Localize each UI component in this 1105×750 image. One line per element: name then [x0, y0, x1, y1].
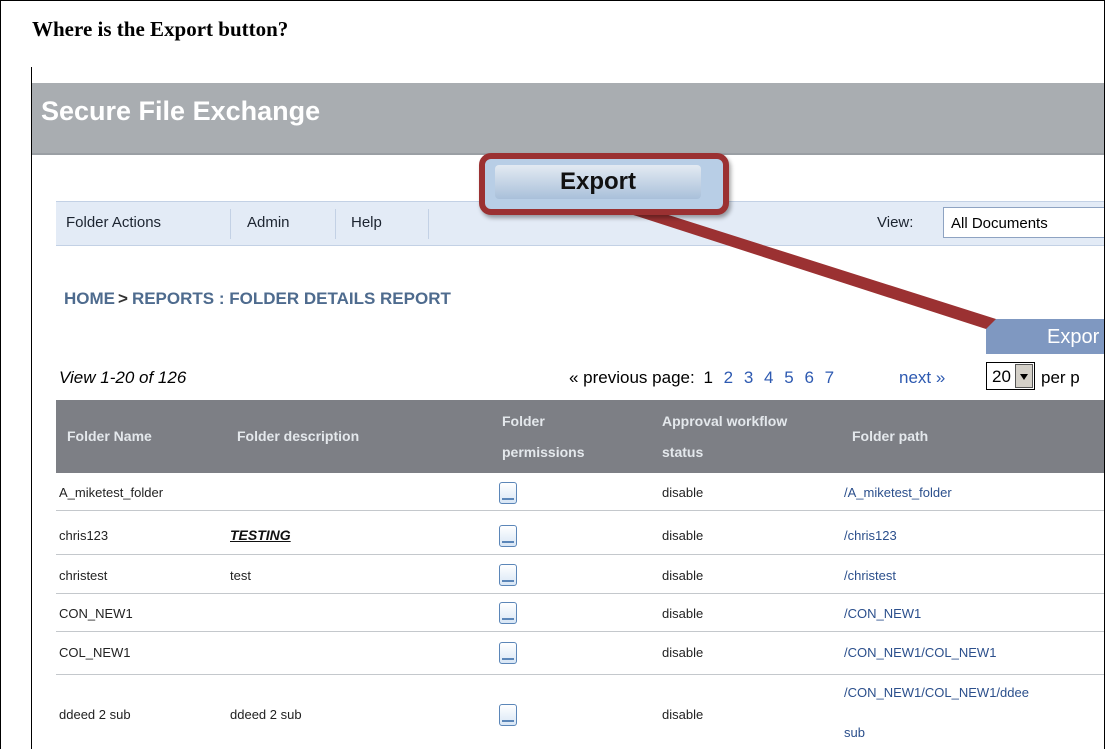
next-link[interactable]: next »: [899, 368, 945, 388]
nav-admin[interactable]: Admin: [247, 214, 290, 231]
cell-folder-name: A_miketest_folder: [59, 485, 164, 500]
export-button-label: Expor: [1047, 326, 1100, 348]
view-count: View 1-20 of 126: [59, 368, 187, 387]
nav-divider: [335, 209, 336, 239]
col-folder-path[interactable]: Folder path: [852, 422, 928, 450]
page-link[interactable]: 4: [764, 368, 773, 387]
nav-folder-actions[interactable]: Folder Actions: [66, 214, 161, 231]
current-page: 1: [703, 368, 713, 387]
col-approval-status[interactable]: Approval workflow: [662, 407, 787, 435]
app-title: Secure File Exchange: [41, 96, 321, 126]
cell-folder-name: chris123: [59, 528, 109, 543]
export-callout: Export: [479, 153, 729, 215]
cell-folder-name: ddeed 2 sub: [59, 707, 131, 722]
document-icon[interactable]: [499, 602, 517, 624]
document-icon[interactable]: [499, 564, 517, 586]
screenshot-frame: Where is the Export button? Secure File …: [0, 0, 1105, 749]
document-icon[interactable]: [499, 704, 517, 726]
previous-link[interactable]: « previous page:: [569, 368, 695, 387]
cell-folder-name: christest: [59, 568, 108, 583]
table-row[interactable]: chris123 TESTING disable /chris123: [56, 517, 1104, 555]
page-link[interactable]: 2: [724, 368, 733, 387]
question-heading: Where is the Export button?: [32, 17, 289, 41]
cell-status: disable: [662, 645, 704, 660]
document-icon[interactable]: [499, 642, 517, 664]
breadcrumb-separator: >: [118, 289, 128, 308]
per-page-select[interactable]: 20: [986, 362, 1035, 390]
col-folder-name[interactable]: Folder Name: [67, 422, 152, 450]
cell-status: disable: [662, 606, 704, 621]
cell-folder-path[interactable]: /A_miketest_folder: [844, 485, 952, 500]
cell-status: disable: [662, 707, 704, 722]
cell-folder-name: COL_NEW1: [59, 645, 131, 660]
page-link[interactable]: 6: [804, 368, 813, 387]
table-row[interactable]: christest test disable /christest: [56, 555, 1104, 594]
cell-folder-description: ddeed 2 sub: [230, 707, 302, 722]
callout-label: Export: [559, 168, 636, 195]
chevron-down-icon[interactable]: [1015, 364, 1033, 388]
col-folder-permissions-line2: permissions: [502, 444, 585, 460]
nav-divider: [428, 209, 429, 239]
per-page-label: per p: [1041, 368, 1080, 387]
cell-folder-path-line2[interactable]: sub: [844, 725, 865, 740]
cell-folder-description: TESTING: [230, 527, 291, 543]
cell-folder-description: test: [230, 568, 251, 583]
document-icon[interactable]: [499, 482, 517, 504]
cell-folder-path[interactable]: /christest: [844, 568, 896, 583]
table-header: Folder Name Folder description Folder pe…: [56, 400, 1104, 473]
nav-divider: [230, 209, 231, 239]
table-row[interactable]: A_miketest_folder disable /A_miketest_fo…: [56, 474, 1104, 511]
breadcrumb-current: REPORTS : FOLDER DETAILS REPORT: [131, 289, 451, 308]
table-row[interactable]: CON_NEW1 disable /CON_NEW1: [56, 594, 1104, 632]
cell-folder-path[interactable]: /CON_NEW1/COL_NEW1: [844, 645, 996, 660]
table-row[interactable]: ddeed 2 sub ddeed 2 sub disable /CON_NEW…: [56, 675, 1104, 749]
nav-help[interactable]: Help: [351, 214, 382, 231]
callout-button: Export: [495, 165, 701, 199]
table-row[interactable]: COL_NEW1 disable /CON_NEW1/COL_NEW1: [56, 632, 1104, 675]
page-link[interactable]: 5: [784, 368, 793, 387]
col-approval-status-line2: status: [662, 444, 704, 460]
document-icon[interactable]: [499, 525, 517, 547]
page-link[interactable]: 3: [744, 368, 753, 387]
app-header: Secure File Exchange: [32, 83, 1104, 155]
pagination: « previous page: 1 2 3 4 5 6 7: [569, 368, 834, 388]
cell-folder-path[interactable]: /CON_NEW1: [844, 606, 921, 621]
breadcrumb-home[interactable]: HOME: [64, 289, 115, 308]
cell-status: disable: [662, 568, 704, 583]
cell-folder-path[interactable]: /CON_NEW1/COL_NEW1/ddee: [844, 685, 1029, 700]
export-button[interactable]: Expor: [986, 319, 1104, 354]
view-select[interactable]: All Documents: [943, 207, 1104, 238]
page-link[interactable]: 7: [825, 368, 834, 387]
col-folder-description[interactable]: Folder description: [237, 422, 359, 450]
cell-status: disable: [662, 485, 704, 500]
per-page-value: 20: [992, 367, 1011, 386]
col-folder-permissions[interactable]: Folder: [502, 407, 545, 435]
cell-status: disable: [662, 528, 704, 543]
cell-folder-path[interactable]: /chris123: [844, 528, 897, 543]
view-label: View:: [877, 214, 914, 231]
view-select-value: All Documents: [951, 215, 1048, 232]
cell-folder-name: CON_NEW1: [59, 606, 133, 621]
left-border-line: [31, 67, 32, 749]
breadcrumb: HOME > REPORTS : FOLDER DETAILS REPORT: [64, 289, 451, 309]
